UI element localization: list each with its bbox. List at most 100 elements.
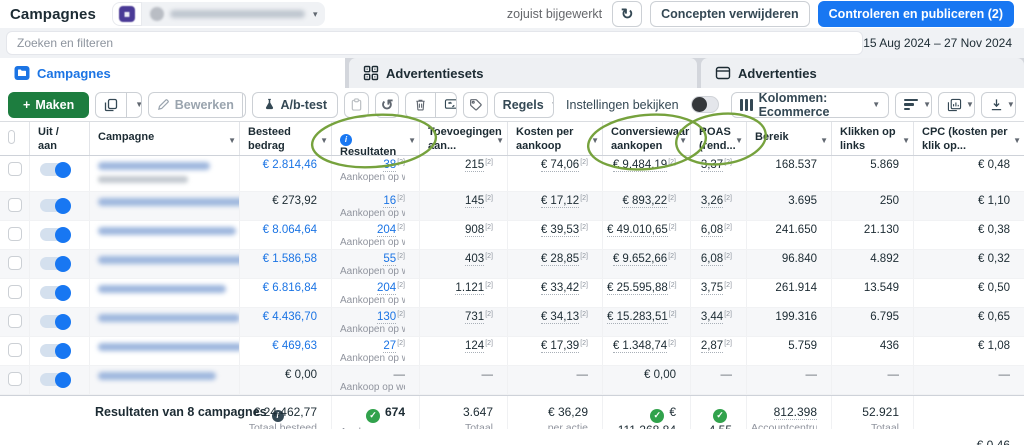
row-toggle-cell [30,279,90,307]
campaign-name-cell[interactable] [90,337,240,365]
column-header-roas[interactable]: ROAS (rend... ▼ [691,122,747,155]
account-selector[interactable]: ▦ ▾ [111,2,326,26]
row-checkbox[interactable] [7,314,22,328]
campaign-name-redacted[interactable] [98,256,239,264]
row-toggle-cell [30,221,90,249]
campaign-name-cell[interactable] [90,192,240,220]
row-checkbox[interactable] [7,227,22,241]
column-header-spend[interactable]: Besteed bedrag ▼ [240,122,332,155]
campaign-active-toggle[interactable] [40,226,71,243]
column-header-additions[interactable]: Toevoegingen aan... ▼ [420,122,508,155]
additions-cell: 215[2] [420,156,508,191]
info-icon[interactable]: i [340,134,352,146]
campaign-active-toggle[interactable] [40,313,71,330]
campaign-name-redacted[interactable] [98,162,210,170]
undo-button[interactable]: ↺ [374,91,400,118]
campaign-name-cell[interactable] [90,156,240,191]
edit-menu-button[interactable]: ▼ [243,93,245,117]
sort-caret-icon[interactable]: ▼ [408,136,416,146]
sort-caret-icon[interactable]: ▼ [679,136,687,146]
columns-icon [739,98,753,111]
sort-caret-icon[interactable]: ▼ [902,136,910,146]
total-cost: € 36,29 per actie [508,396,603,429]
discard-drafts-button[interactable]: Concepten verwijderen [650,1,810,27]
export-button[interactable]: ▼ [982,93,1015,117]
conversion-value-cell: € 9.652,66[2] [603,250,691,278]
ab-test-button[interactable]: A/b-test [251,91,339,118]
pixel-chip[interactable]: ▦ [111,2,142,26]
row-hover-actions[interactable] [98,176,188,183]
column-header-conversion-value[interactable]: Conversiewaar aankopen ▼ [603,122,691,155]
campaign-name-cell[interactable] [90,250,240,278]
edit-button[interactable]: Bewerken [149,93,242,117]
campaign-name-cell[interactable] [90,366,240,394]
result-type-label: Aankopen op we... [340,266,405,277]
refresh-button[interactable]: ↻ [612,1,643,27]
column-header-cpc[interactable]: CPC (kosten per klik op... ▼ [914,122,1024,155]
row-checkbox[interactable] [7,343,22,357]
row-checkbox[interactable] [7,256,22,270]
campaign-name-cell[interactable] [90,221,240,249]
row-checkbox[interactable] [7,198,22,212]
duplicate-menu-button[interactable]: ▼ [127,93,141,117]
campaign-name-cell[interactable] [90,308,240,336]
campaign-name-redacted[interactable] [98,285,226,293]
campaign-name-redacted[interactable] [98,314,239,322]
cpc-cell: € 0,32 [978,253,1010,265]
sort-caret-icon[interactable]: ▼ [228,136,236,146]
sort-caret-icon[interactable]: ▼ [735,136,743,146]
date-range-picker[interactable]: 15 Aug 2024 – 27 Nov 2024 [863,36,1024,50]
view-settings-toggle[interactable] [690,96,719,113]
duplicate-button[interactable] [96,93,126,117]
reach-cell: 168.537 [747,156,832,191]
check-icon: ✓ [713,408,727,423]
create-button[interactable]: + Maken [8,91,90,118]
ads-window-icon [715,66,731,80]
conversion-value-cell: € 25.595,88[2] [603,279,691,307]
select-all-cell [0,122,30,155]
columns-button[interactable]: Kolommen: Ecommerce ▼ [732,93,889,117]
adsets-grid-icon [363,65,379,81]
column-header-results[interactable]: iResultaten ▼ [332,122,420,155]
column-header-campaign[interactable]: Campagne ▼ [90,122,240,155]
paste-button[interactable] [344,91,369,118]
campaign-active-toggle[interactable] [40,197,71,214]
spend-cell: € 6.816,84 [240,279,332,307]
sort-caret-icon[interactable]: ▼ [591,136,599,146]
campaign-name-redacted[interactable] [98,227,236,235]
reports-button[interactable]: ▼ [939,93,974,117]
campaign-name-redacted[interactable] [98,343,239,351]
sort-caret-icon[interactable]: ▼ [496,136,504,146]
sort-caret-icon[interactable]: ▼ [1013,136,1021,146]
campaign-name-cell[interactable] [90,279,240,307]
campaign-name-redacted[interactable] [98,198,239,206]
tab-adsets[interactable]: Advertentiesets [349,58,697,88]
column-header-link-clicks[interactable]: Klikken op links ▼ [832,122,914,155]
roas-cell: 3,75[2] [691,279,747,307]
tab-campaigns[interactable]: Campagnes [0,58,345,88]
rules-button[interactable]: Regels ▼ [495,93,553,117]
column-header-cost-per-purchase[interactable]: Kosten per aankoop ▼ [508,122,603,155]
campaign-name-redacted[interactable] [98,372,216,380]
column-header-onoff[interactable]: Uit / aan [30,122,90,155]
row-checkbox[interactable] [7,285,22,299]
campaign-active-toggle[interactable] [40,342,71,359]
search-input[interactable]: Zoeken en filteren [6,31,864,55]
campaign-active-toggle[interactable] [40,371,71,388]
campaign-active-toggle[interactable] [40,255,71,272]
row-checkbox[interactable] [7,372,22,386]
campaign-active-toggle[interactable] [40,161,71,178]
column-header-reach[interactable]: Bereik ▼ [747,122,832,155]
select-all-checkbox[interactable] [8,130,15,144]
sort-caret-icon[interactable]: ▼ [820,136,828,146]
row-checkbox[interactable] [7,162,22,176]
sort-caret-icon[interactable]: ▼ [320,136,328,146]
breakdown-button[interactable]: ▼ [896,93,931,117]
review-publish-button[interactable]: Controleren en publiceren (2) [817,1,1014,27]
delete-button[interactable] [406,93,435,117]
preview-button[interactable] [436,93,456,117]
tag-button[interactable] [462,91,488,118]
chevron-down-icon: ▾ [312,8,318,19]
tab-ads[interactable]: Advertenties [701,58,1024,88]
campaign-active-toggle[interactable] [40,284,71,301]
